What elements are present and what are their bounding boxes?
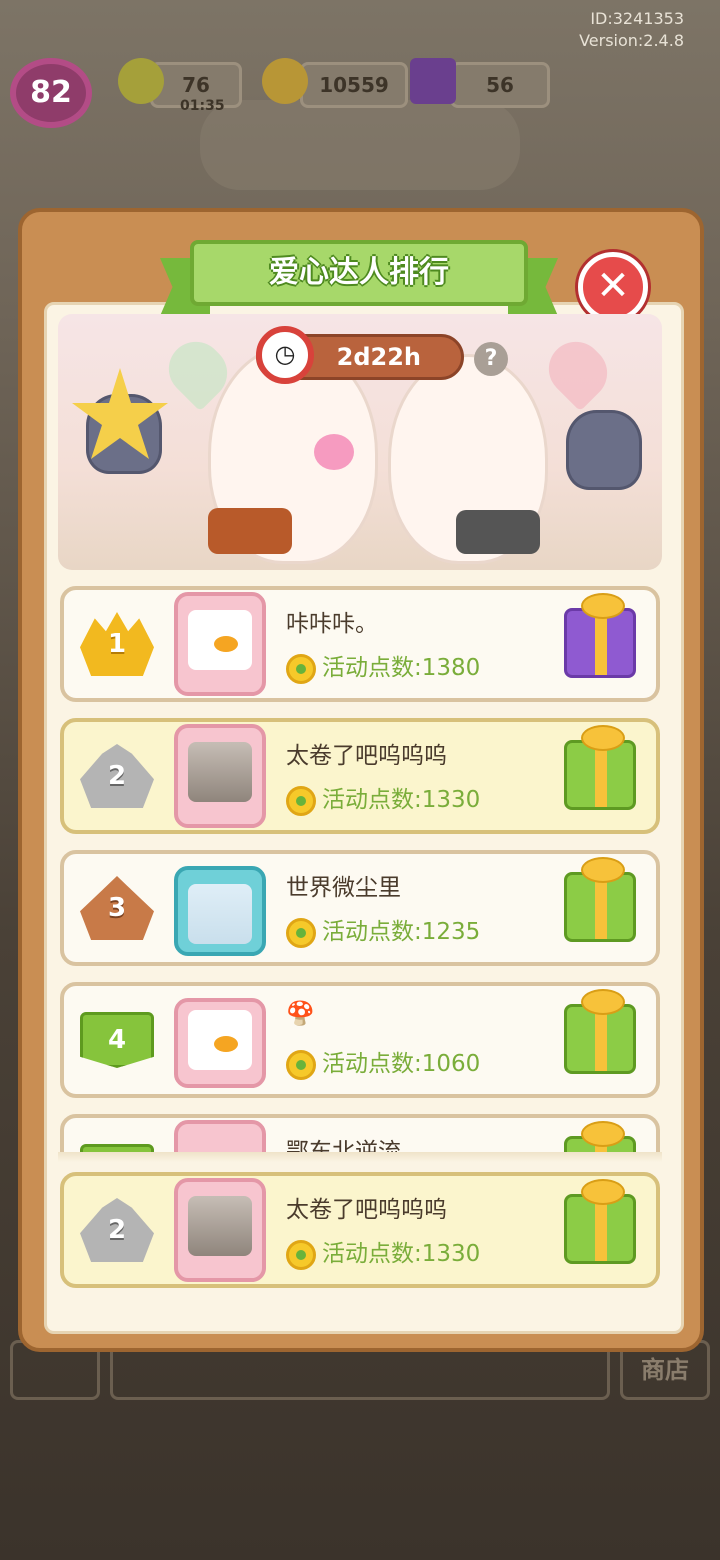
basket-illustration [456, 510, 540, 554]
top-hud: 82 76 01:35 10559 56 [10, 58, 550, 128]
gift-icon[interactable] [564, 1179, 636, 1264]
close-button[interactable]: ✕ [578, 252, 648, 322]
score-line: 活动点数:1235 [286, 912, 480, 948]
list-divider [58, 1152, 662, 1162]
player-name: 鄂东北逆流 [286, 1139, 401, 1154]
gem-icon [410, 58, 456, 104]
rank-row[interactable]: 3 世界微尘里 活动点数:1235 [60, 850, 660, 966]
rank-row[interactable]: 1 咔咔咔。 活动点数:1380 [60, 586, 660, 702]
clover-icon [286, 653, 316, 684]
grey-cat-illustration [566, 410, 642, 490]
avatar [174, 1178, 266, 1282]
player-name: 🍄 [286, 1001, 315, 1027]
score-value: 活动点数:1235 [322, 919, 481, 945]
gift-icon[interactable] [564, 593, 636, 678]
crown-badge: 2 [80, 1198, 154, 1262]
gift-icon[interactable] [564, 989, 636, 1074]
player-name: 咔咔咔。 [286, 611, 378, 637]
clover-icon [286, 1049, 316, 1080]
avatar-image [188, 742, 252, 802]
clock-icon: ◷ [256, 326, 314, 384]
avatar [174, 866, 266, 956]
avatar-image [188, 610, 252, 670]
heart-decoration [537, 330, 619, 412]
panel-title: 爱心达人排行 [190, 240, 528, 306]
help-icon[interactable]: ? [474, 342, 508, 376]
coins-value: 10559 [319, 73, 389, 97]
gems-value: 56 [486, 73, 514, 97]
avatar [174, 724, 266, 828]
version-label: Version:2.4.8 [579, 31, 684, 50]
my-rank-row[interactable]: 2 太卷了吧呜呜呜 活动点数:1330 [60, 1172, 660, 1288]
avatar [174, 1120, 266, 1154]
rank-row[interactable]: 2 太卷了吧呜呜呜 活动点数:1330 [60, 718, 660, 834]
avatar-image [188, 884, 252, 944]
clover-icon [286, 917, 316, 948]
score-line: 活动点数:1380 [286, 648, 480, 684]
crown-badge: 2 [80, 744, 154, 808]
player-id: ID:3241353 [590, 9, 684, 28]
gift-icon[interactable] [564, 857, 636, 942]
energy-value: 76 [182, 73, 210, 97]
clover-icon [286, 1239, 316, 1270]
player-name: 世界微尘里 [286, 875, 401, 901]
player-name: 太卷了吧呜呜呜 [286, 743, 447, 769]
avatar [174, 592, 266, 696]
lightning-icon [118, 58, 164, 104]
score-value: 活动点数:1380 [322, 655, 481, 681]
energy-timer: 01:35 [180, 98, 225, 114]
rank-row[interactable]: 5 鄂东北逆流 [60, 1114, 660, 1154]
score-value: 活动点数:1330 [322, 1241, 481, 1267]
rank-row[interactable]: 4 🍄 活动点数:1060 [60, 982, 660, 1098]
heart-decoration [314, 434, 354, 470]
coins-counter[interactable]: 10559 [300, 62, 408, 108]
score-value: 活动点数:1060 [322, 1051, 481, 1077]
level-badge[interactable]: 82 [10, 58, 92, 128]
basket-illustration [208, 508, 292, 554]
avatar-image [188, 1196, 252, 1256]
avatar [174, 998, 266, 1088]
player-name: 太卷了吧呜呜呜 [286, 1197, 447, 1223]
rank-flag-badge: 4 [80, 1012, 154, 1068]
coin-icon [262, 58, 308, 104]
rank-row-clipped: 5 鄂东北逆流 [60, 1114, 660, 1154]
score-line: 活动点数:1060 [286, 1044, 480, 1080]
score-line: 活动点数:1330 [286, 780, 480, 816]
gift-icon[interactable] [564, 725, 636, 810]
avatar-image [188, 1010, 252, 1070]
version-info: ID:3241353 Version:2.4.8 [579, 8, 684, 52]
gems-counter[interactable]: 56 [450, 62, 550, 108]
crown-badge: 3 [80, 876, 154, 940]
score-line: 活动点数:1330 [286, 1234, 480, 1270]
score-value: 活动点数:1330 [322, 787, 481, 813]
title-ribbon: 爱心达人排行 [160, 238, 558, 318]
crown-badge: 1 [80, 612, 154, 676]
clover-icon [286, 785, 316, 816]
